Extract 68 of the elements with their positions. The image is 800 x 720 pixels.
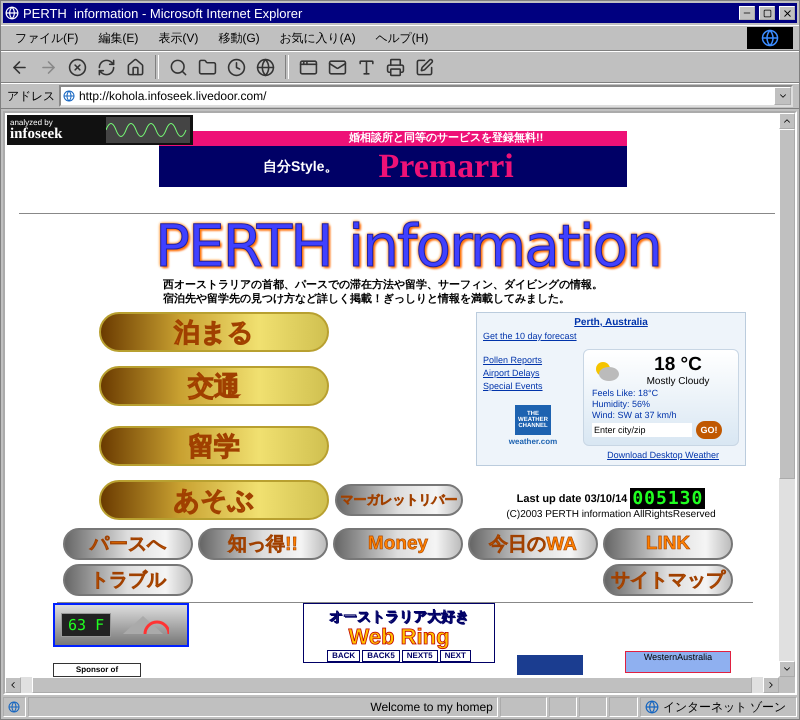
menu-item[interactable]: 編集(E) xyxy=(90,28,146,48)
condition: Mostly Cloudy xyxy=(646,376,710,387)
forecast-link[interactable]: Get the 10 day forecast xyxy=(483,331,739,341)
horizontal-scrollbar[interactable] xyxy=(5,677,779,693)
menu-item[interactable]: ファイル(F) xyxy=(7,28,86,48)
dropdown-button[interactable] xyxy=(774,87,791,105)
nav-button[interactable]: パースへ xyxy=(63,528,193,560)
close-button[interactable] xyxy=(779,6,795,20)
page-icon xyxy=(63,90,75,102)
intro-text: 西オーストラリアの首都、パースでの滞在方法や留学、サーフィン、ダイビングの情報。 xyxy=(163,278,604,292)
weather-detail: Humidity: 56% xyxy=(592,399,652,409)
temperature: 18 °C xyxy=(654,354,702,376)
photo-placeholder xyxy=(517,655,583,675)
zone-text: インターネット ゾーン xyxy=(662,698,786,716)
maximize-button[interactable] xyxy=(759,6,775,20)
ad-banner: 婚相談所と同等のサービスを登録無料!! 自分Style。 Premarri xyxy=(159,131,627,187)
thermometer-widget: 63 F xyxy=(53,603,189,647)
minimize-button[interactable] xyxy=(739,6,755,20)
status-pane xyxy=(548,697,578,717)
webring-banner: オーストラリア大好き Web Ring BACK BACK5 NEXT5 NEXT xyxy=(303,603,495,663)
status-pane xyxy=(609,697,638,717)
webring-link[interactable]: BACK xyxy=(327,650,360,662)
logo-site: weather.com xyxy=(508,437,558,446)
last-update: Last up date 03/10/14 xyxy=(516,492,628,504)
wa-banner: WesternAustralia xyxy=(625,651,731,673)
intro-text: 宿泊先や留学先の見つけ方など詳しく掲載！ぎっしりと情報を満載してみました。 xyxy=(163,292,571,306)
download-link[interactable]: Download Desktop Weather xyxy=(607,450,719,460)
vertical-scrollbar[interactable] xyxy=(779,113,795,677)
nav-button[interactable]: 交通 xyxy=(99,366,329,406)
wave-icon xyxy=(106,117,190,143)
browser-logo-icon xyxy=(747,27,793,49)
sponsor-banner: Sponsor of xyxy=(53,663,141,677)
city-link[interactable]: Perth, Australia xyxy=(574,317,648,328)
nav-button[interactable]: 今日のWA xyxy=(468,528,598,560)
address-label: アドレス xyxy=(7,88,55,104)
weather-link[interactable]: Airport Delays xyxy=(483,368,583,378)
webring-link[interactable]: NEXT5 xyxy=(402,650,438,662)
status-pane xyxy=(500,697,547,717)
weather-detail: Wind: SW at 37 km/h xyxy=(592,410,678,420)
close-icon xyxy=(782,8,792,18)
weather-link[interactable]: Pollen Reports xyxy=(483,355,583,365)
analyzer-badge: analyzed by infoseek xyxy=(7,115,193,145)
nav-button[interactable]: 留学 xyxy=(99,426,329,466)
nav-button[interactable]: マーガレットリバー xyxy=(335,484,463,516)
hit-counter: 005130 xyxy=(630,488,706,509)
status-text: Welcome to my homep xyxy=(370,700,493,714)
maximize-icon xyxy=(762,8,772,18)
city-input[interactable]: Enter city/zip xyxy=(592,423,692,437)
zone-icon xyxy=(644,700,659,714)
menu-item[interactable]: お気に入り(A) xyxy=(272,28,364,48)
browser-logo-icon xyxy=(5,6,19,20)
status-pane xyxy=(579,697,608,717)
address-field[interactable]: http://kohola.infoseek.livedoor.com/ xyxy=(59,85,793,107)
nav-button[interactable]: 知っ得!! xyxy=(198,528,328,560)
menu-item[interactable]: 移動(G) xyxy=(210,28,268,48)
copyright: (C)2003 PERTH information AllRightsReserved xyxy=(506,509,716,520)
page-heading: PERTH information xyxy=(155,214,662,278)
menu-item[interactable]: 表示(V) xyxy=(150,28,206,48)
nav-button[interactable]: トラブル xyxy=(63,564,193,596)
weather-detail: Feels Like: 18°C xyxy=(592,388,660,398)
go-button[interactable]: GO! xyxy=(696,421,722,439)
nav-button[interactable]: サイトマップ xyxy=(603,564,733,596)
menu-item[interactable]: ヘルプ(H) xyxy=(368,28,436,48)
webring-link[interactable]: NEXT xyxy=(440,650,471,662)
window-title: PERTH information - Microsoft Internet Explorer xyxy=(23,6,304,20)
page-icon xyxy=(8,701,20,713)
webring-link[interactable]: BACK5 xyxy=(362,650,400,662)
weather-link[interactable]: Special Events xyxy=(483,381,583,391)
